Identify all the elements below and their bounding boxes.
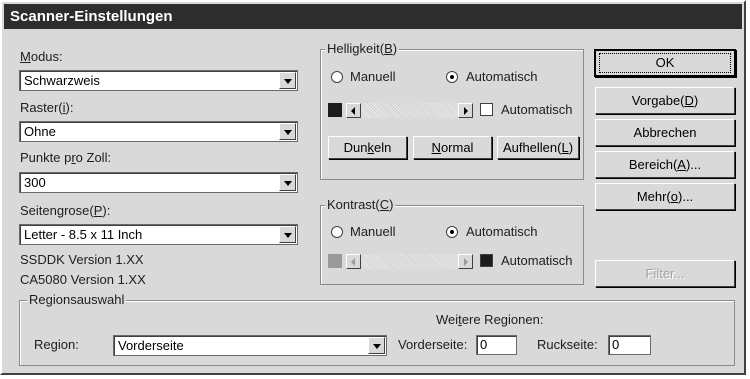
region-group-title: Regionsauswahl	[27, 292, 127, 307]
raster-value: Ohne	[24, 124, 56, 139]
ok-button[interactable]: OK	[594, 49, 736, 77]
brightness-auto-radio[interactable]	[446, 71, 458, 83]
contrast-auto-label: Automatisch	[466, 224, 538, 239]
brightness-slider[interactable]	[346, 103, 473, 118]
raster-label: Raster(i):	[20, 100, 74, 115]
dpi-select[interactable]: 300	[19, 172, 298, 193]
back-label: Ruckseite:	[537, 337, 598, 352]
chevron-down-icon[interactable]	[368, 337, 385, 354]
front-label: Vorderseite:	[398, 337, 468, 352]
contrast-low-swatch	[328, 254, 342, 268]
area-button[interactable]: Bereich(A)...	[595, 151, 735, 178]
raster-select[interactable]: Ohne	[19, 121, 298, 142]
chevron-down-icon[interactable]	[279, 226, 296, 243]
normal-button[interactable]: Normal	[413, 136, 492, 159]
contrast-manual-radio[interactable]	[331, 226, 343, 238]
ca5080-version: CA5080 Version 1.XX	[20, 272, 146, 287]
slider-left-arrow-icon[interactable]	[346, 254, 361, 269]
contrast-auto-radio[interactable]	[446, 226, 458, 238]
brightness-auto-check-label: Automatisch	[501, 102, 573, 117]
ssddk-version: SSDDK Version 1.XX	[20, 252, 144, 267]
brightness-auto-checkbox[interactable]	[480, 103, 493, 116]
contrast-auto-check-label: Automatisch	[501, 253, 573, 268]
back-input[interactable]: 0	[608, 335, 651, 355]
brightness-manual-label: Manuell	[350, 69, 396, 84]
slider-right-arrow-icon[interactable]	[458, 254, 473, 269]
defaults-button[interactable]: Vorgabe(D)	[595, 87, 735, 114]
focus-rectangle	[599, 53, 731, 73]
region-value: Vorderseite	[118, 338, 184, 353]
mode-select[interactable]: Schwarzweis	[19, 70, 298, 91]
filter-button[interactable]: Filter...	[595, 260, 735, 287]
chevron-down-icon[interactable]	[279, 72, 296, 89]
page-size-select[interactable]: Letter - 8.5 x 11 Inch	[19, 224, 298, 245]
region-label: Region:	[34, 337, 79, 352]
contrast-auto-checkbox[interactable]	[480, 254, 493, 267]
more-button[interactable]: Mehr(o)...	[595, 183, 735, 210]
chevron-down-icon[interactable]	[279, 123, 296, 140]
scanner-settings-dialog: Scanner-Einstellungen Modus: Schwarzweis…	[0, 0, 746, 375]
slider-left-arrow-icon[interactable]	[346, 103, 361, 118]
region-select[interactable]: Vorderseite	[113, 335, 387, 356]
dpi-label: Punkte pro Zoll:	[20, 150, 112, 165]
mode-value: Schwarzweis	[24, 73, 100, 88]
cancel-button[interactable]: Abbrechen	[595, 119, 735, 146]
contrast-group	[320, 205, 584, 285]
contrast-title: Kontrast(C)	[325, 197, 396, 212]
brightness-title: Helligkeit(B)	[325, 41, 400, 56]
dpi-value: 300	[24, 175, 46, 190]
region-group	[19, 300, 735, 366]
front-input[interactable]: 0	[476, 335, 517, 355]
lighten-button[interactable]: Aufhellen(L)	[497, 136, 579, 159]
window-title: Scanner-Einstellungen	[4, 4, 742, 29]
brightness-auto-label: Automatisch	[466, 69, 538, 84]
dark-swatch	[328, 103, 342, 117]
slider-right-arrow-icon[interactable]	[458, 103, 473, 118]
mode-label: Modus:	[20, 49, 63, 64]
more-regions-label: Weitere Regionen:	[436, 312, 544, 327]
darken-button[interactable]: Dunkeln	[328, 136, 407, 159]
contrast-manual-label: Manuell	[350, 224, 396, 239]
page-size-label: Seitengrose(P):	[20, 203, 111, 218]
page-size-value: Letter - 8.5 x 11 Inch	[24, 227, 143, 242]
brightness-manual-radio[interactable]	[331, 71, 343, 83]
contrast-slider[interactable]	[346, 254, 473, 269]
chevron-down-icon[interactable]	[279, 174, 296, 191]
